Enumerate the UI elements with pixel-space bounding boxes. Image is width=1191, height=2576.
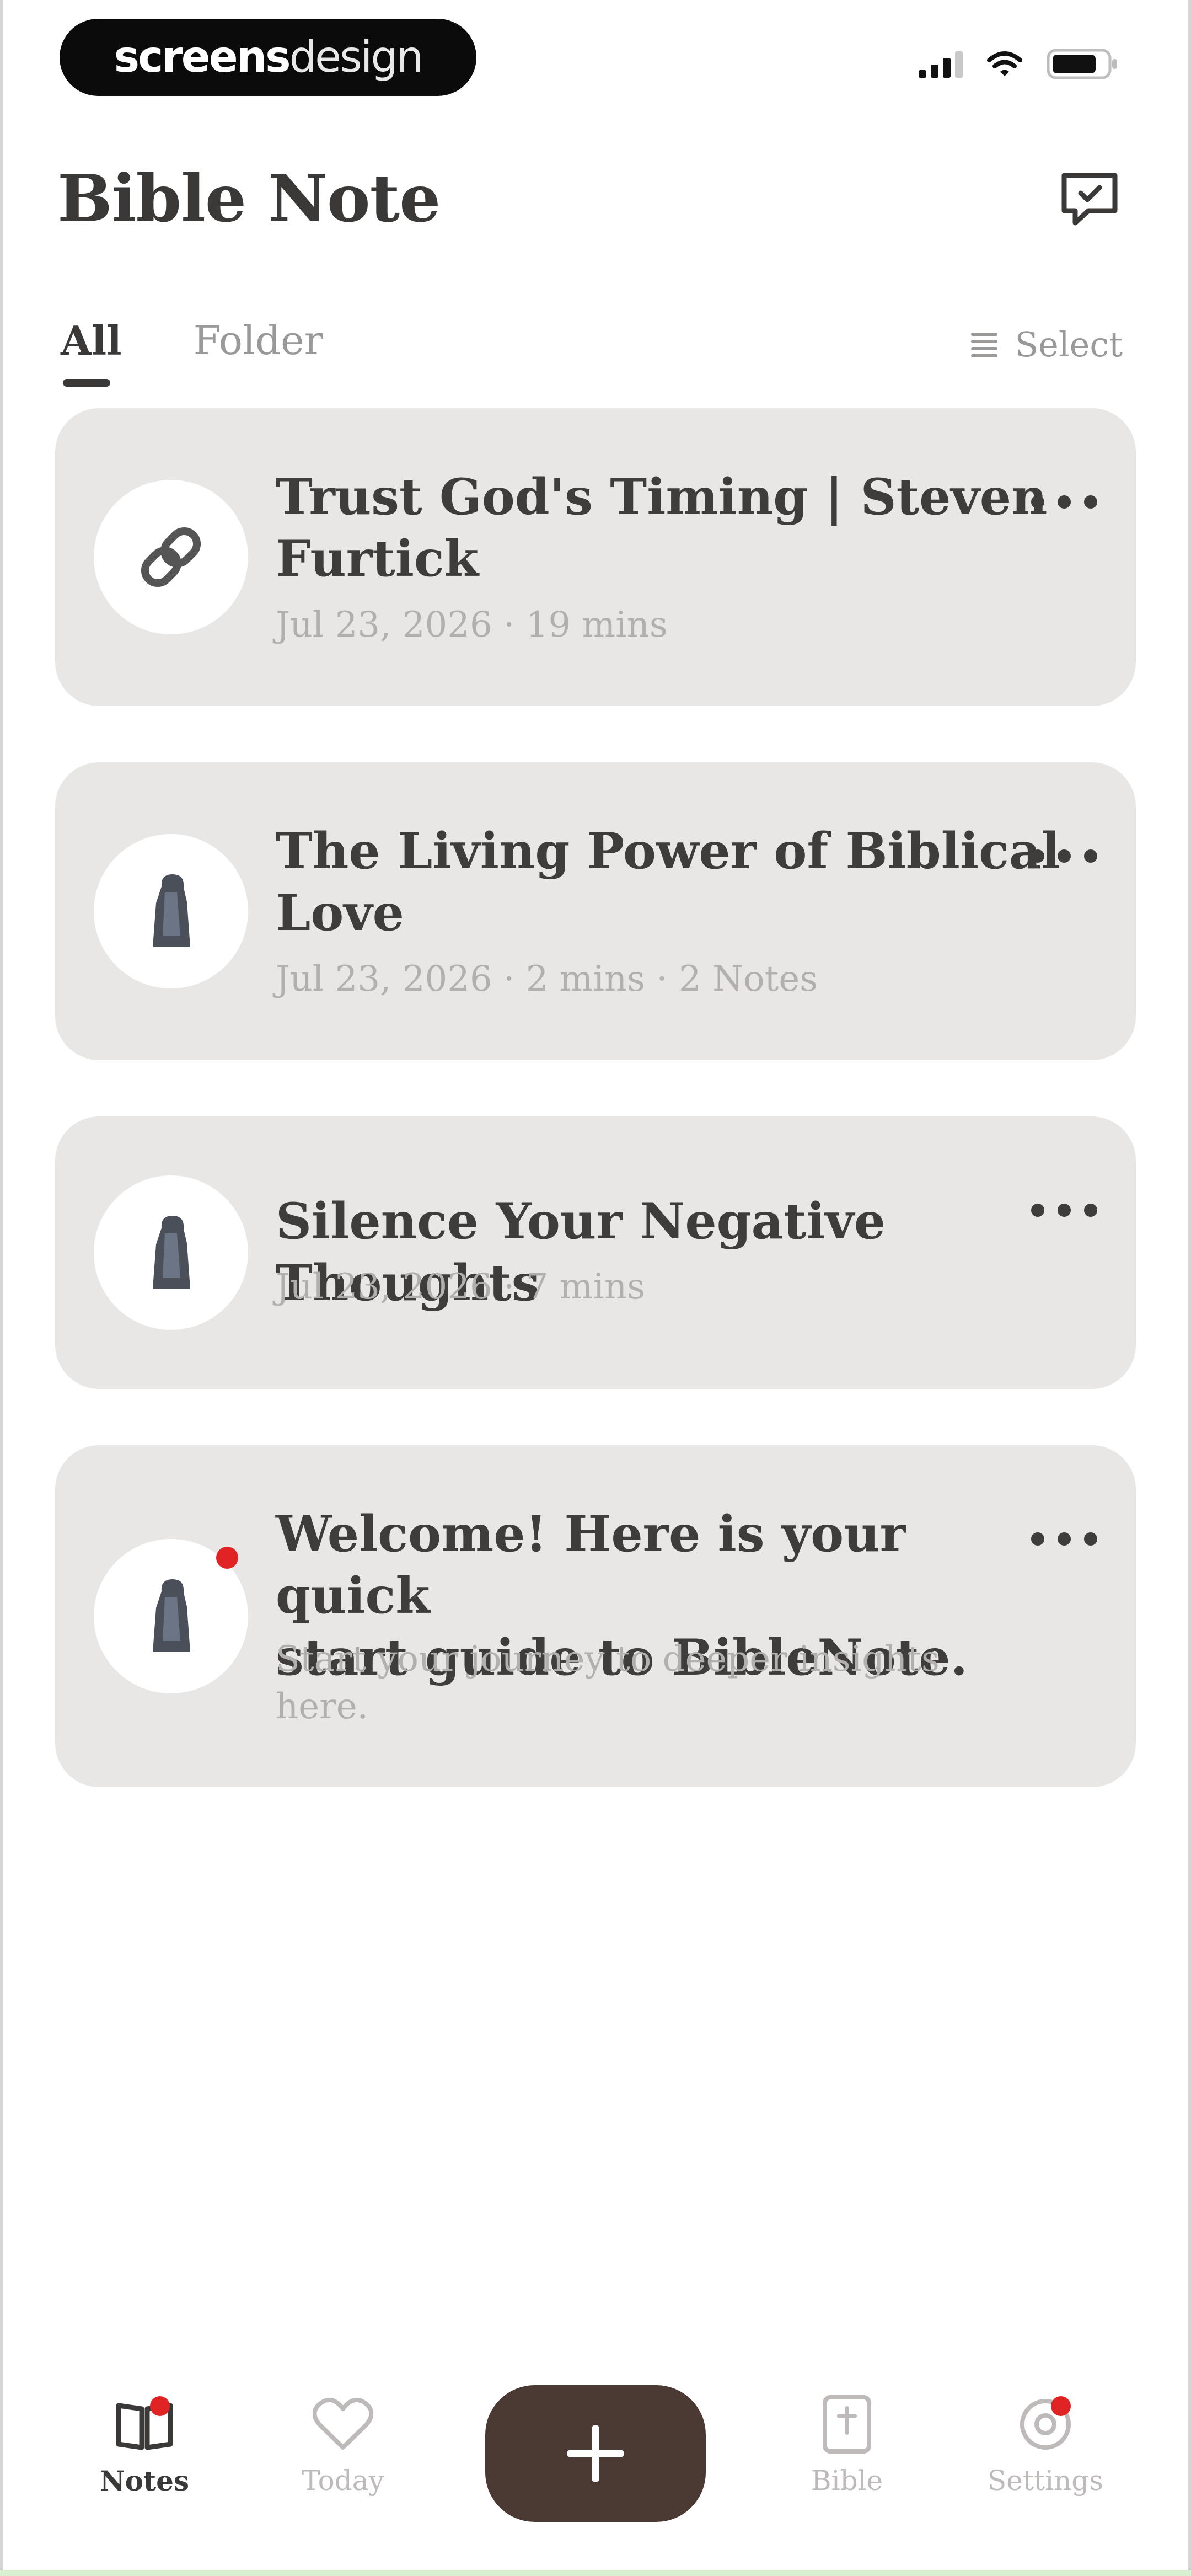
note-meta: Jul 23, 2026 · 2 mins · 2 Notes [276, 959, 818, 1000]
battery-icon [1047, 49, 1117, 79]
tab-all[interactable]: All [61, 317, 122, 387]
note-title-line: Welcome! Here is your quick [276, 1505, 906, 1625]
note-avatar [94, 834, 248, 988]
note-title-line: Trust God's Timing | Steven [276, 468, 1048, 526]
status-icons [919, 49, 1119, 79]
frame-edge-bottom [0, 2570, 1191, 2576]
status-bar: screens design [0, 0, 1191, 110]
nav-today[interactable]: Today [271, 2394, 415, 2497]
more-options-icon[interactable] [1031, 1199, 1097, 1221]
note-avatar [94, 480, 248, 634]
nav-settings-label: Settings [988, 2465, 1103, 2497]
note-avatar [94, 1539, 248, 1693]
frame-edge-right [1188, 0, 1191, 2576]
brand-logo-light: design [289, 33, 424, 82]
tab-active-indicator [63, 379, 110, 387]
add-note-button[interactable] [485, 2385, 706, 2522]
select-button[interactable]: Select [969, 324, 1123, 365]
more-options-icon[interactable] [1031, 491, 1097, 513]
note-preview-line: Start your journey to deeper insights [276, 1639, 940, 1680]
note-title-line: The Living Power of Biblical [276, 822, 1060, 880]
nav-bible[interactable]: Bible [775, 2394, 919, 2497]
nav-settings[interactable]: Settings [974, 2394, 1117, 2497]
brand-logo: screens design [60, 19, 476, 96]
cellular-signal-icon [919, 50, 963, 78]
list-select-icon [970, 332, 997, 357]
notes-badge [150, 2396, 170, 2416]
note-meta: Jul 23, 2026 · 19 mins [276, 605, 668, 645]
note-avatar [94, 1175, 248, 1330]
settings-badge [1051, 2396, 1071, 2416]
tab-folder-label: Folder [193, 317, 324, 364]
more-options-icon[interactable] [1031, 1528, 1097, 1550]
nav-bible-label: Bible [811, 2465, 883, 2497]
notes-icon [111, 2394, 178, 2455]
link-icon [141, 527, 201, 587]
settings-icon [1012, 2394, 1079, 2455]
note-preview: Start your journey to deeper insights he… [276, 1636, 993, 1730]
wifi-icon [987, 51, 1022, 76]
note-card[interactable]: Silence Your Negative Thoughts Jul 23, 2… [55, 1116, 1136, 1389]
figure-icon [153, 1216, 190, 1289]
note-preview-line: here. [276, 1686, 368, 1727]
more-options-icon[interactable] [1031, 845, 1097, 867]
tab-folder[interactable]: Folder [194, 317, 324, 364]
heart-icon [310, 2394, 376, 2455]
tab-bar: All Folder [61, 317, 324, 387]
note-card[interactable]: Welcome! Here is your quick start guide … [55, 1445, 1136, 1787]
nav-notes[interactable]: Notes [73, 2394, 216, 2497]
note-card[interactable]: The Living Power of Biblical Love Jul 23… [55, 762, 1136, 1060]
feedback-button[interactable] [1056, 165, 1123, 232]
page-title: Bible Note [57, 160, 441, 237]
unread-badge [216, 1547, 238, 1569]
figure-icon [153, 874, 190, 947]
nav-notes-label: Notes [99, 2465, 190, 2497]
tab-all-label: All [61, 317, 122, 364]
frame-edge-left [0, 0, 3, 2576]
note-title-line: Love [276, 884, 404, 942]
bible-icon [814, 2394, 880, 2455]
note-title-line: Furtick [276, 530, 479, 588]
figure-icon [153, 1579, 190, 1652]
brand-logo-bold: screens [114, 33, 291, 82]
plus-icon [567, 2425, 624, 2482]
note-title: The Living Power of Biblical Love [276, 820, 1075, 944]
chat-bubble-icon [1061, 173, 1118, 226]
note-title: Trust God's Timing | Steven Furtick [276, 466, 1075, 590]
select-label: Select [1015, 324, 1123, 365]
nav-today-label: Today [302, 2465, 384, 2497]
note-meta: Jul 23, 2026 · 7 mins [276, 1266, 645, 1307]
note-card[interactable]: Trust God's Timing | Steven Furtick Jul … [55, 408, 1136, 706]
